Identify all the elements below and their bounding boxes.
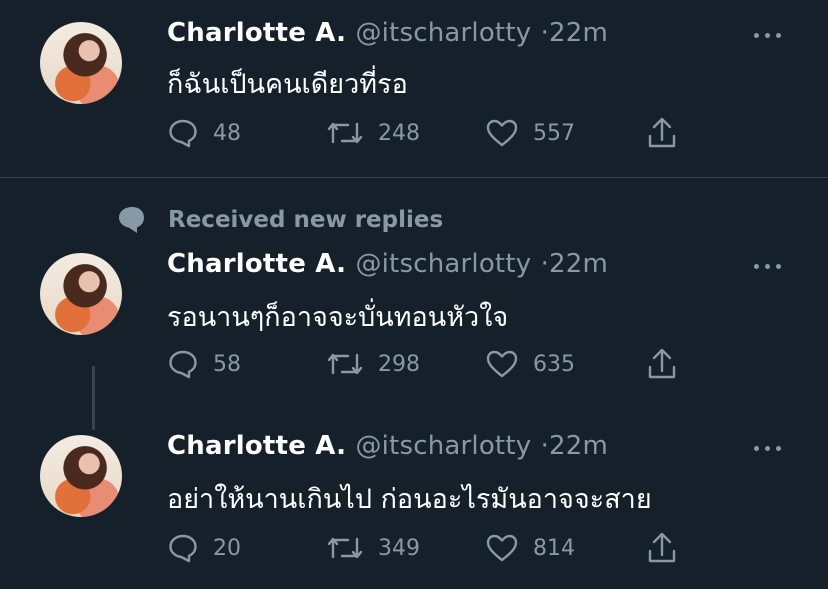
- thread-connector-line: [92, 366, 95, 430]
- reply-button[interactable]: 58: [167, 349, 241, 379]
- more-dot: [754, 33, 759, 38]
- more-dot: [765, 264, 770, 269]
- author-handle[interactable]: @itscharlotty: [355, 18, 531, 48]
- more-options-button[interactable]: [754, 30, 784, 42]
- like-button[interactable]: 814: [485, 533, 575, 563]
- separator: ·: [540, 431, 550, 461]
- like-count: 635: [533, 351, 575, 377]
- retweet-count: 349: [378, 535, 420, 561]
- heart-icon: [486, 534, 518, 562]
- retweet-icon: [327, 353, 363, 375]
- chat-bubble-icon: [119, 207, 144, 233]
- like-button[interactable]: 557: [485, 118, 575, 148]
- share-icon: [648, 532, 676, 563]
- like-button[interactable]: 635: [485, 349, 575, 379]
- author-name[interactable]: Charlotte A.: [167, 18, 346, 48]
- author-name[interactable]: Charlotte A.: [167, 431, 346, 461]
- tweet-header: Charlotte A. @itscharlotty ·22m: [167, 431, 608, 461]
- reply-count: 48: [213, 120, 241, 146]
- more-dot: [765, 446, 770, 451]
- speech-bubble-icon: [169, 350, 197, 379]
- separator: ·: [540, 249, 550, 279]
- more-dot: [776, 264, 781, 269]
- share-button[interactable]: [646, 347, 692, 381]
- more-options-button[interactable]: [754, 443, 784, 455]
- author-handle[interactable]: @itscharlotty: [355, 431, 531, 461]
- retweet-icon: [327, 537, 363, 559]
- speech-bubble-icon: [169, 119, 197, 148]
- new-replies-label: Received new replies: [168, 207, 444, 233]
- tweet-header: Charlotte A. @itscharlotty ·22m: [167, 249, 608, 279]
- divider: [0, 177, 828, 178]
- retweet-count: 248: [378, 120, 420, 146]
- heart-icon: [486, 350, 518, 378]
- reply-button[interactable]: 48: [167, 118, 241, 148]
- like-count: 557: [533, 120, 575, 146]
- retweet-count: 298: [378, 351, 420, 377]
- author-handle[interactable]: @itscharlotty: [355, 249, 531, 279]
- new-replies-notice[interactable]: Received new replies: [116, 205, 443, 235]
- heart-icon: [486, 119, 518, 147]
- timestamp[interactable]: 22m: [549, 18, 608, 48]
- reply-button[interactable]: 20: [167, 533, 241, 563]
- avatar[interactable]: [40, 435, 122, 517]
- share-icon: [648, 117, 676, 148]
- more-dot: [754, 446, 759, 451]
- more-dot: [776, 33, 781, 38]
- timestamp[interactable]: 22m: [549, 249, 608, 279]
- tweet-text: อย่าให้นานเกินไป ก่อนอะไรมันอาจจะสาย: [167, 484, 652, 515]
- share-icon: [648, 348, 676, 379]
- reply-count: 20: [213, 535, 241, 561]
- retweet-button[interactable]: 298: [326, 349, 420, 379]
- retweet-button[interactable]: 349: [326, 533, 420, 563]
- share-button[interactable]: [646, 116, 692, 150]
- like-count: 814: [533, 535, 575, 561]
- share-button[interactable]: [646, 531, 692, 565]
- tweet-header: Charlotte A. @itscharlotty ·22m: [167, 18, 608, 48]
- avatar[interactable]: [40, 253, 122, 335]
- more-dot: [776, 446, 781, 451]
- more-options-button[interactable]: [754, 261, 784, 273]
- more-dot: [754, 264, 759, 269]
- timestamp[interactable]: 22m: [549, 431, 608, 461]
- reply-count: 58: [213, 351, 241, 377]
- author-name[interactable]: Charlotte A.: [167, 249, 346, 279]
- speech-bubble-icon: [169, 534, 197, 563]
- more-dot: [765, 33, 770, 38]
- retweet-button[interactable]: 248: [326, 118, 420, 148]
- avatar[interactable]: [40, 22, 122, 104]
- tweet-text: ก็ฉันเป็นคนเดียวที่รอ: [167, 69, 408, 100]
- retweet-icon: [327, 122, 363, 144]
- tweet-text: รอนานๆก็อาจจะบั่นทอนหัวใจ: [167, 302, 509, 333]
- separator: ·: [540, 18, 550, 48]
